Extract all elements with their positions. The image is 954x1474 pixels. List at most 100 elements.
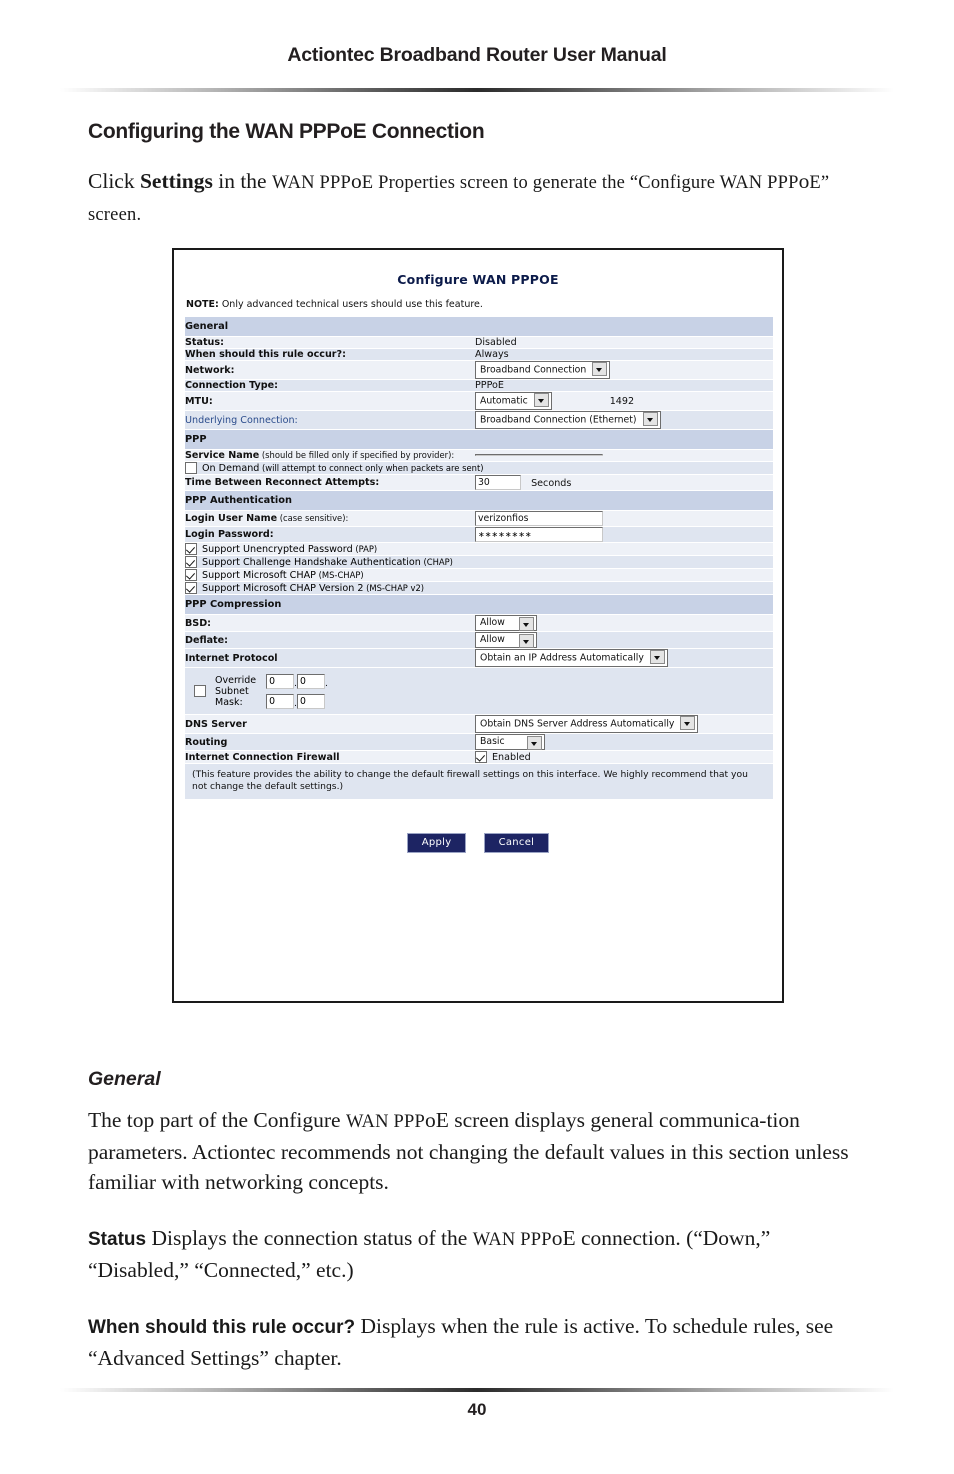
row-status: Status: Disabled: [185, 336, 774, 349]
chap-label: Support Challenge Handshake Authenticati…: [202, 557, 421, 568]
routing-select[interactable]: Basic: [475, 734, 545, 750]
status-term: Status: [88, 1229, 147, 1250]
bsd-select-value: Allow: [480, 617, 505, 628]
row-when-rule-occur: When should this rule occur?: Always: [185, 348, 774, 361]
on-demand-checkbox[interactable]: [185, 462, 197, 474]
deflate-select[interactable]: Allow: [475, 632, 537, 648]
row-reconnect-time: Time Between Reconnect Attempts: 30 Seco…: [185, 474, 774, 491]
bsd-select[interactable]: Allow: [475, 615, 537, 631]
row-internet-protocol: Internet Protocol Obtain an IP Address A…: [185, 648, 774, 668]
service-name-hint: (should be filled only if specified by p…: [259, 450, 455, 460]
underlying-connection-select[interactable]: Broadband Connection (Ethernet): [475, 411, 661, 429]
override-octet-1[interactable]: 0: [266, 674, 295, 689]
rule-term: When should this rule occur?: [88, 1317, 356, 1338]
internet-protocol-select[interactable]: Obtain an IP Address Automatically: [475, 649, 668, 667]
section-header-ppp-auth: PPP Authentication: [185, 490, 774, 511]
underlying-connection-link[interactable]: Underlying Connection:: [185, 410, 475, 430]
login-user-input[interactable]: verizonfios: [475, 511, 603, 526]
service-name-label: Service Name: [185, 450, 260, 461]
intro-text-3: E Properties screen to generate the “Con…: [361, 173, 720, 193]
mschap-checkbox[interactable]: [185, 569, 197, 581]
routing-value: Basic: [480, 736, 505, 747]
routing-label: Routing: [185, 733, 475, 751]
deflate-label: Deflate:: [185, 631, 475, 649]
login-password-input[interactable]: ∗∗∗∗∗∗∗∗: [475, 527, 603, 542]
row-mschap-v2: Support Microsoft CHAP Version 2 (MS-CHA…: [185, 581, 774, 595]
intro-o-2: o: [798, 169, 810, 193]
chap-checkbox[interactable]: [185, 556, 197, 568]
service-name-input[interactable]: [475, 454, 603, 456]
general-o: o: [424, 1108, 436, 1132]
reconnect-input[interactable]: 30: [475, 475, 521, 490]
override-octet-2[interactable]: 0: [296, 674, 325, 689]
intro-text-1: Click: [88, 169, 140, 193]
firewall-note: (This feature provides the ability to ch…: [185, 764, 774, 799]
status-def-o: o: [551, 1226, 563, 1250]
general-wan-ppp: WAN PPP: [345, 1112, 425, 1132]
status-value: Disabled: [475, 336, 774, 349]
when-rule-value: Always: [475, 348, 774, 361]
row-deflate: Deflate: Allow: [185, 631, 774, 649]
login-password-label: Login Password:: [185, 526, 475, 543]
screen-title: Configure WAN PPPOE: [397, 272, 559, 287]
row-mtu: MTU: Automatic 1492: [185, 391, 774, 411]
footer-divider: [60, 1388, 894, 1392]
intro-o-1: o: [351, 169, 362, 193]
running-head: Actiontec Broadband Router User Manual: [287, 44, 667, 66]
note-text: Only advanced technical users should use…: [218, 299, 483, 310]
intro-wan-ppp-2: WAN PPP: [719, 173, 799, 193]
override-octet-3[interactable]: 0: [266, 694, 295, 709]
mschap-v2-hint: (MS-CHAP v2): [363, 583, 425, 593]
mschap-label: Support Microsoft CHAP: [202, 570, 316, 581]
chevron-down-icon: [649, 650, 665, 664]
dns-server-select[interactable]: Obtain DNS Server Address Automatically: [475, 715, 699, 733]
section-ppp-label: PPP: [185, 429, 774, 450]
cancel-button[interactable]: Cancel: [483, 833, 550, 853]
deflate-select-value: Allow: [480, 634, 505, 645]
rule-definition-paragraph: When should this rule occur? Displays wh…: [88, 1311, 868, 1373]
intro-text-2: in the: [212, 169, 272, 193]
section-header-ppp-compression: PPP Compression: [185, 594, 774, 615]
row-firewall-note: (This feature provides the ability to ch…: [185, 763, 774, 800]
mtu-select-value: Automatic: [480, 395, 528, 407]
row-on-demand: On Demand (will attempt to connect only …: [185, 461, 774, 475]
intro-wan-ppp-1: WAN PPP: [271, 173, 351, 193]
section-general-label: General: [185, 317, 774, 337]
apply-button[interactable]: Apply: [406, 833, 467, 853]
general-paragraph: The top part of the Configure WAN PPPoE …: [88, 1105, 868, 1197]
firewall-checkbox[interactable]: [475, 751, 487, 763]
override-octet-4[interactable]: 0: [296, 694, 325, 709]
row-network: Network: Broadband Connection: [185, 360, 774, 380]
pap-label: Support Unencrypted Password: [202, 544, 353, 555]
mtu-select[interactable]: Automatic: [475, 392, 552, 410]
on-demand-label: On Demand: [202, 463, 260, 474]
mschap-hint: (MS-CHAP): [315, 570, 364, 580]
pap-hint: (PAP): [352, 544, 378, 554]
connection-type-label: Connection Type:: [185, 379, 475, 392]
row-override-subnet-mask: Override Subnet Mask: 0.0. 0.0: [185, 667, 774, 715]
dns-server-label: DNS Server: [185, 714, 475, 734]
when-rule-label: When should this rule occur?:: [185, 348, 475, 361]
intro-paragraph: Click Settings in the WAN PPPoE Properti…: [88, 166, 868, 230]
chevron-down-icon: [527, 736, 542, 750]
status-def-1: Displays the connection status of the: [146, 1226, 473, 1250]
row-login-password: Login Password: ∗∗∗∗∗∗∗∗: [185, 526, 774, 543]
pap-checkbox[interactable]: [185, 543, 197, 555]
row-connection-type: Connection Type: PPPoE: [185, 379, 774, 392]
network-select[interactable]: Broadband Connection: [475, 361, 611, 379]
firewall-label: Internet Connection Firewall: [185, 750, 475, 764]
note-label: NOTE:: [186, 299, 219, 310]
mschap-v2-label: Support Microsoft CHAP Version 2: [202, 583, 364, 594]
login-user-label: Login User Name: [185, 513, 278, 524]
override-label-line1: Override: [215, 674, 257, 686]
mschap-v2-checkbox[interactable]: [185, 582, 197, 594]
mtu-number: 1492: [609, 396, 635, 407]
override-label-line2: Subnet: [215, 685, 249, 697]
octet-separator-icon: .: [324, 679, 328, 689]
chap-hint: (CHAP): [420, 557, 453, 567]
override-subnet-checkbox[interactable]: [194, 685, 206, 697]
row-underlying-connection: Underlying Connection: Broadband Connect…: [185, 410, 774, 430]
row-chap: Support Challenge Handshake Authenticati…: [185, 555, 774, 569]
section-header-general: General: [185, 317, 774, 337]
row-service-name: Service Name (should be filled only if s…: [185, 449, 774, 462]
